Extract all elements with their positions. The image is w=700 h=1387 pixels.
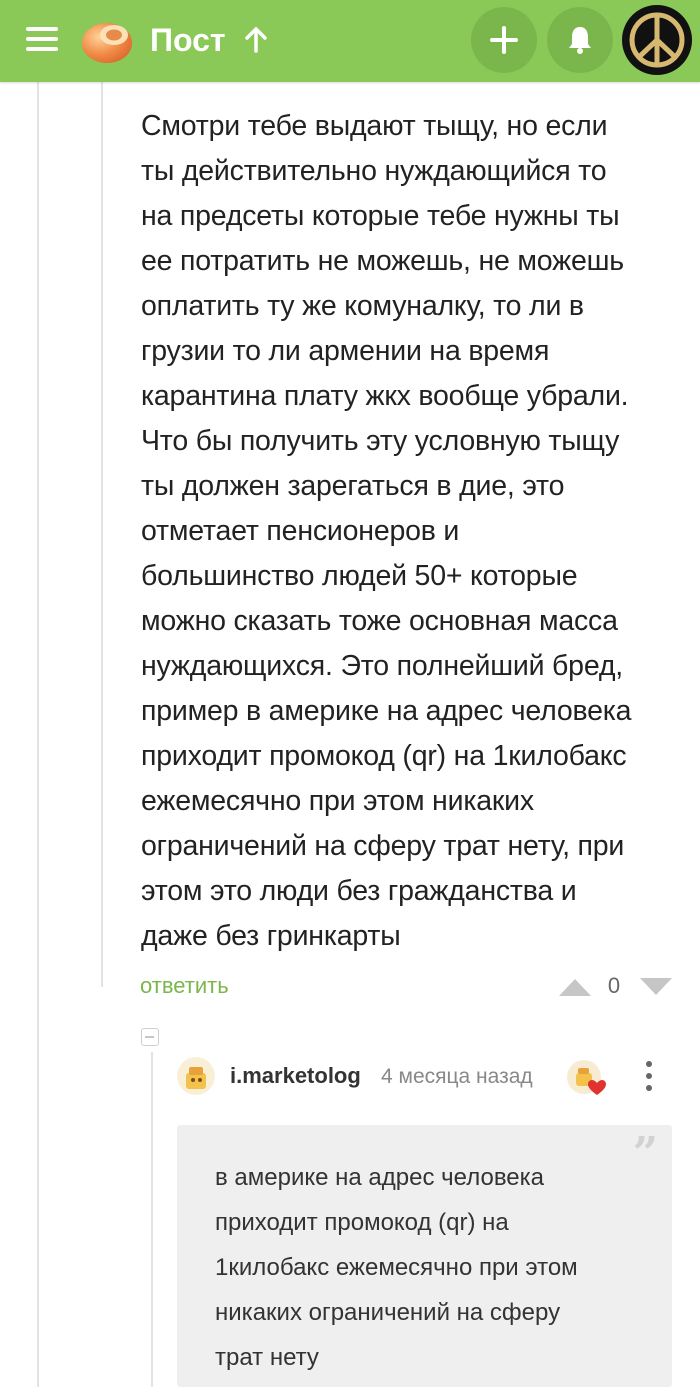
reply-button[interactable]: ответить	[140, 972, 229, 1000]
arrow-up-icon[interactable]	[244, 26, 268, 54]
avatar-image	[186, 1067, 206, 1089]
more-options-icon[interactable]	[638, 1058, 660, 1094]
peace-sign-icon	[629, 12, 685, 68]
comment-rating: 0	[607, 973, 621, 998]
avatar[interactable]	[177, 1057, 215, 1095]
quote-block: ” в америке на адрес человека приходит п…	[177, 1125, 672, 1387]
comment-text: Смотри тебе выдают тыщу, но если ты дейс…	[141, 110, 632, 952]
comment-author[interactable]: i.marketolog	[230, 1061, 361, 1091]
user-avatar[interactable]	[622, 5, 692, 75]
thread-line[interactable]	[101, 82, 103, 987]
plus-icon	[490, 26, 518, 54]
comment-timestamp[interactable]: 4 месяца назад	[381, 1062, 533, 1092]
add-post-button[interactable]	[471, 7, 537, 73]
vote-up-icon[interactable]	[557, 976, 593, 998]
notifications-button[interactable]	[547, 7, 613, 73]
top-bar: Пост	[0, 0, 700, 82]
thread-line[interactable]	[151, 1052, 153, 1387]
vote-down-icon[interactable]	[638, 976, 674, 998]
pikabu-logo[interactable]	[80, 13, 134, 65]
page-title[interactable]: Пост	[150, 20, 226, 60]
award-heart-icon	[567, 1060, 606, 1095]
menu-icon[interactable]	[26, 25, 60, 55]
collapse-thread-button[interactable]	[141, 1028, 159, 1046]
bell-icon	[569, 27, 591, 54]
quote-text: в америке на адрес человека приходит про…	[215, 1164, 578, 1371]
thread-line[interactable]	[37, 82, 39, 1387]
